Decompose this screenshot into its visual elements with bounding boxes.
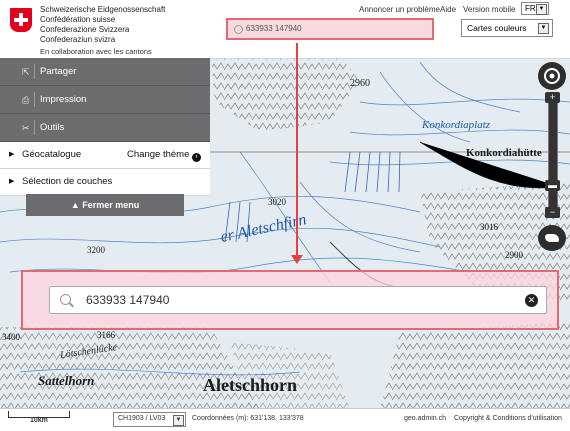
chevron-right-icon: ▶	[9, 178, 15, 185]
zoom-level-handle[interactable]: ▬	[545, 180, 560, 191]
projection-select[interactable]: CH1903 / LV03 ▼	[113, 412, 186, 427]
background-layer-select[interactable]: Cartes couleurs ▼	[461, 19, 553, 37]
footer-bar: 10km CH1903 / LV03 ▼ Coordonnées (m): 63…	[0, 408, 570, 431]
menu-item-tools[interactable]: ✂ Outils	[0, 114, 210, 142]
confed-line-it: Confederazione Svizzera	[40, 25, 130, 34]
top-header: Schweizerische Eidgenossenschaft Confédé…	[0, 0, 570, 59]
help-link[interactable]: Aide	[440, 5, 456, 14]
language-select[interactable]: FR ▼	[521, 2, 549, 15]
confed-line-de: Schweizerische Eidgenossenschaft	[40, 5, 166, 14]
annotation-arrow-head	[291, 255, 303, 264]
scale-label: 10km	[30, 417, 48, 424]
menu-item-share-label: Partager	[40, 66, 77, 77]
confederation-name: Schweizerische Eidgenossenschaft Confédé…	[40, 5, 165, 45]
map-label-2900: 2900	[505, 250, 523, 260]
search-input-value: 633933 147940	[246, 24, 302, 33]
chevron-right-icon: ▶	[9, 151, 15, 158]
zoom-in-icon[interactable]: +	[545, 92, 560, 103]
change-theme-link[interactable]: Change thème ›	[127, 149, 201, 162]
menu-item-geocatalog[interactable]: ▶ Géocatalogue Change thème ›	[0, 142, 210, 169]
change-theme-label: Change thème	[127, 149, 190, 160]
confed-line-fr: Confédération suisse	[40, 15, 116, 24]
background-layer-value: Cartes couleurs	[467, 23, 527, 33]
clear-search-icon[interactable]: ✕	[525, 294, 538, 307]
chevron-circle-right-icon: ›	[192, 153, 201, 162]
map-label-3020: 3020	[268, 197, 286, 207]
zoom-out-icon[interactable]: −	[545, 207, 560, 218]
map-label-aletschhorn: Aletschhorn	[203, 375, 297, 395]
report-problem-link[interactable]: Annoncer un problème	[359, 5, 440, 14]
swiss-flag-icon[interactable]	[10, 8, 32, 32]
search-icon	[60, 294, 71, 305]
map-label-konkordiahutte: Konkordiahütte	[466, 147, 542, 159]
menu-item-geocatalog-label: Géocatalogue	[22, 149, 82, 160]
zoom-to-switzerland-icon[interactable]	[538, 225, 566, 251]
map-label-3200: 3200	[87, 245, 105, 255]
menu-separator	[34, 120, 35, 135]
mobile-version-link[interactable]: Version mobile	[463, 5, 515, 14]
location-target-icon	[544, 68, 560, 84]
map-label-sattelhorn: Sattelhorn	[38, 373, 95, 388]
copyright-link[interactable]: Copyright & Conditions d'utilisation	[454, 415, 562, 422]
search-input-zoomed-value: 633933 147940	[86, 293, 170, 307]
menu-item-share[interactable]: ⇱ Partager	[0, 58, 210, 86]
search-input[interactable]: 633933 147940	[226, 18, 434, 40]
zoom-slider[interactable]	[548, 95, 558, 217]
menu-item-tools-label: Outils	[40, 122, 65, 133]
zoomed-search-callout: 633933 147940 ✕	[21, 270, 559, 330]
menu-item-print-label: Impression	[40, 94, 87, 105]
menu-item-layer-selection-label: Sélection de couches	[22, 176, 113, 187]
tools-icon: ✂	[22, 123, 30, 133]
map-label-3016: 3016	[480, 222, 498, 232]
coordinates-readout: Coordonnées (m): 631'138, 133'378	[192, 415, 304, 422]
share-icon: ⇱	[22, 67, 30, 77]
confed-line-rm: Confederaziun svizra	[40, 35, 116, 44]
annotation-arrow-line	[296, 43, 298, 259]
chevron-down-icon: ▼	[536, 4, 547, 15]
geo-admin-link[interactable]: geo.admin.ch	[404, 415, 446, 422]
projection-value: CH1903 / LV03	[118, 415, 166, 422]
menu-item-layer-selection[interactable]: ▶ Sélection de couches	[0, 169, 210, 196]
menu-separator	[34, 92, 35, 107]
chevron-down-icon: ▼	[538, 23, 549, 34]
menu-separator	[34, 64, 35, 79]
chevron-down-icon: ▼	[173, 415, 184, 426]
map-label-konkordiaplatz: Konkordiaplatz	[422, 119, 491, 131]
map-label-3400: 3400	[2, 332, 20, 342]
search-input-zoomed[interactable]: 633933 147940 ✕	[49, 286, 547, 314]
search-icon	[234, 25, 243, 34]
map-label-3166: 3166	[97, 330, 115, 340]
geolocation-button[interactable]	[538, 62, 566, 90]
language-value: FR	[525, 4, 536, 13]
collaboration-text: En collaboration avec les cantons	[40, 47, 152, 56]
close-menu-button[interactable]: ▲ Fermer menu	[26, 194, 184, 216]
menu-item-print[interactable]: ⎙ Impression	[0, 86, 210, 114]
side-menu: ⇱ Partager ⎙ Impression ✂ Outils ▶ Géoca…	[0, 58, 210, 196]
printer-icon: ⎙	[22, 95, 30, 105]
map-label-2960: 2960	[350, 78, 370, 89]
